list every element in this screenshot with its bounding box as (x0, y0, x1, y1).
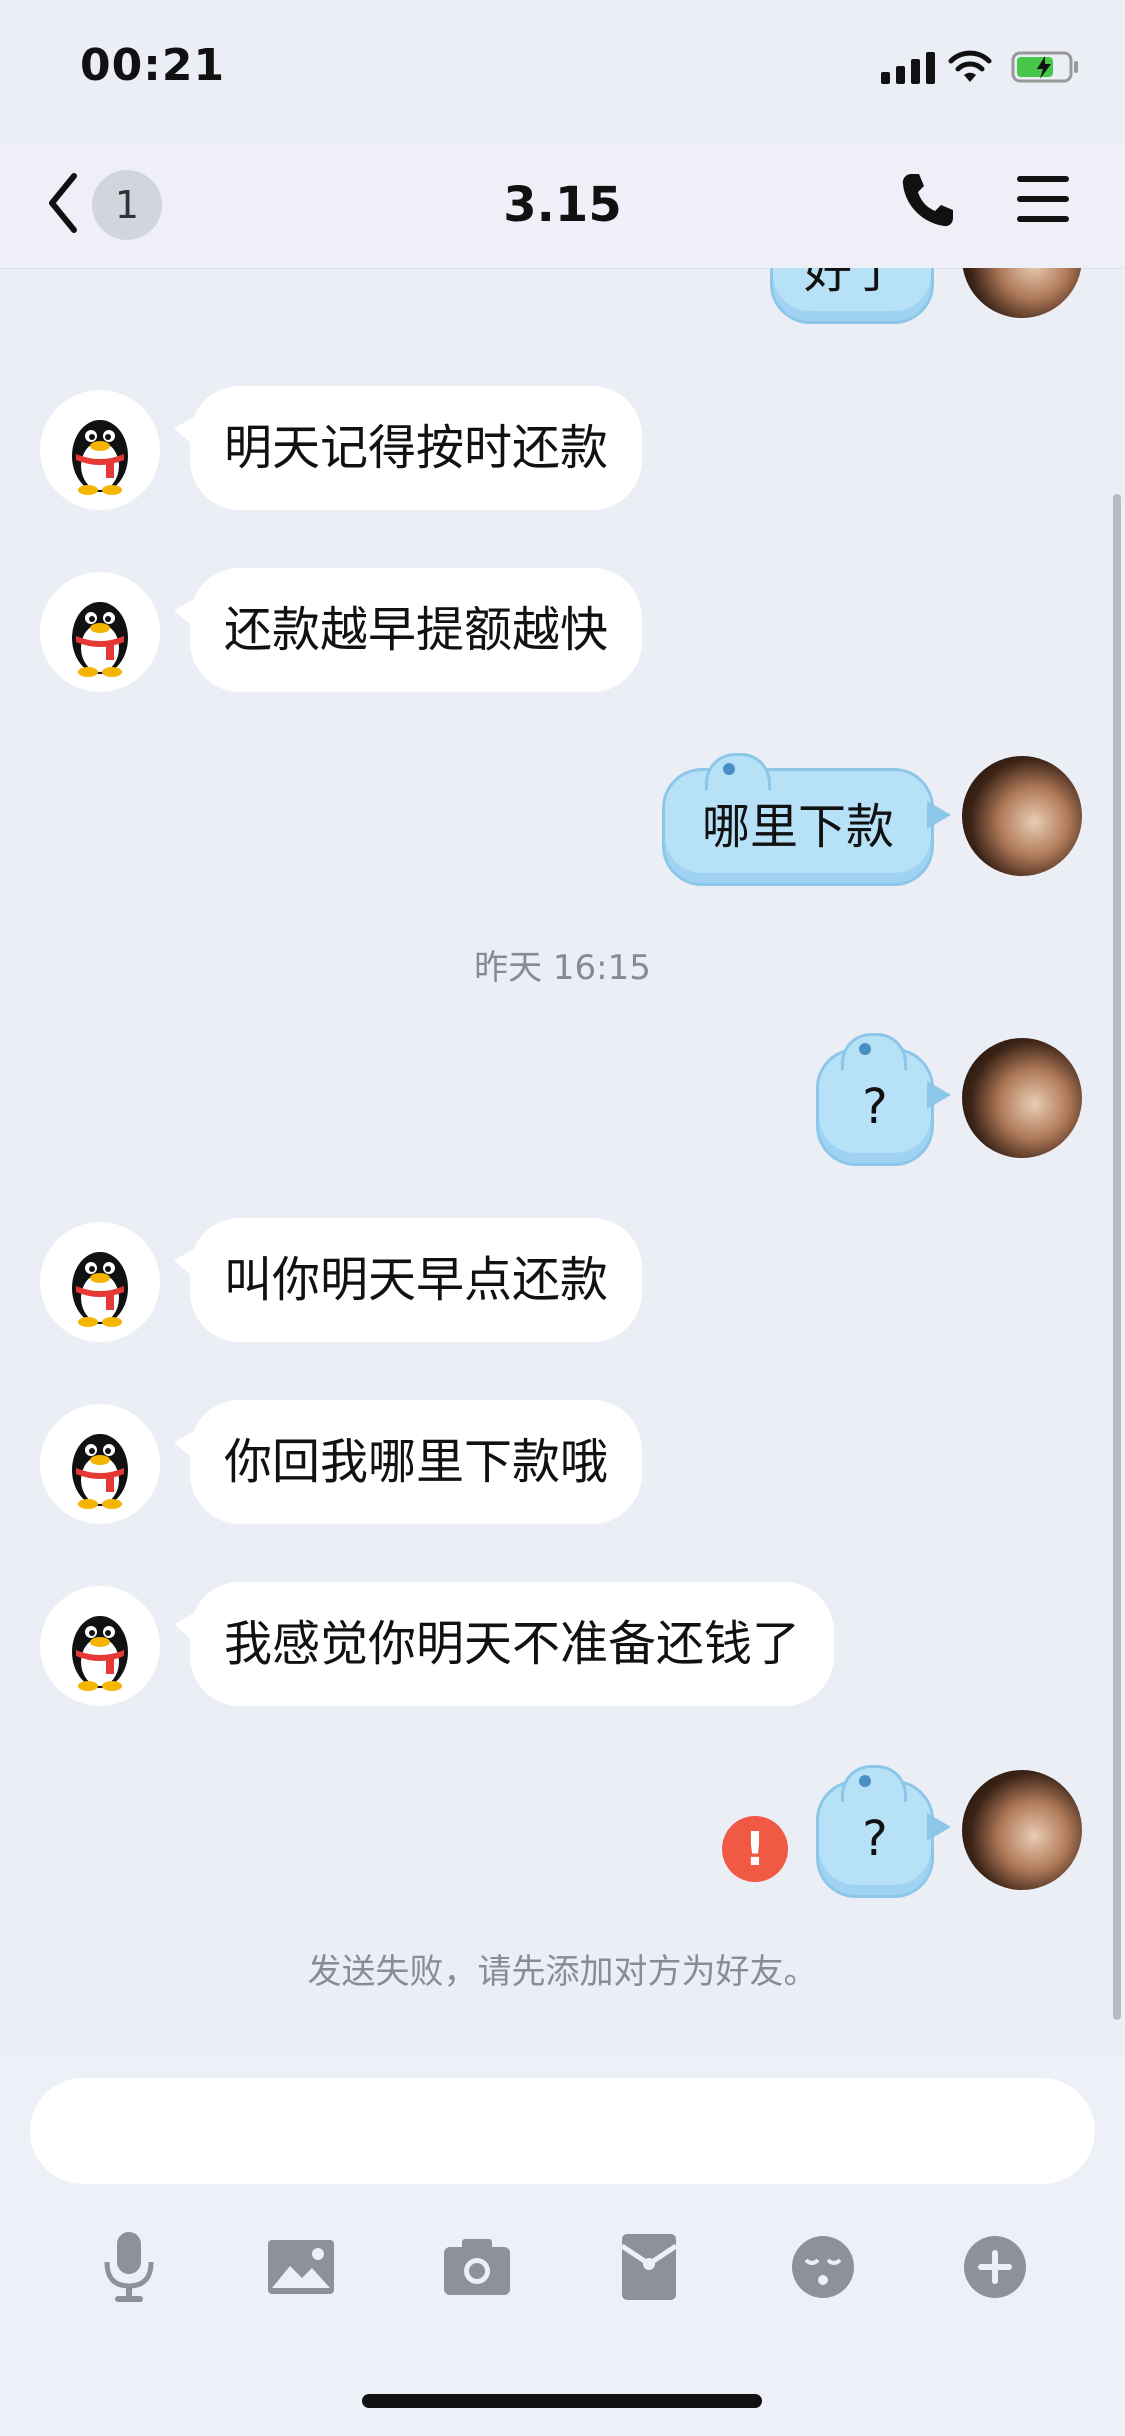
contact-avatar[interactable] (40, 1404, 160, 1524)
input-area (0, 2052, 1125, 2436)
contact-avatar[interactable] (40, 572, 160, 692)
camera-icon[interactable] (432, 2222, 522, 2312)
chat-screen: 00:21 1 3.15 好了 明天记得按时还款 还款越早提额越快 哪里下款 昨… (0, 0, 1125, 2436)
my-avatar[interactable] (962, 1038, 1082, 1158)
microphone-icon[interactable] (84, 2222, 174, 2312)
message-text: ? (862, 1079, 888, 1135)
home-indicator[interactable] (362, 2394, 762, 2408)
message-text: ? (862, 1811, 888, 1867)
qq-penguin-icon (72, 1252, 128, 1327)
qq-penguin-icon (72, 1434, 128, 1509)
message-text: 明天记得按时还款 (224, 420, 609, 476)
message-bubble-incoming[interactable]: 还款越早提额越快 (173, 568, 643, 692)
message-bubble-incoming[interactable]: 你回我哪里下款哦 (173, 1400, 643, 1524)
message-text: 好了 (803, 268, 900, 299)
my-avatar[interactable] (962, 1770, 1082, 1890)
chat-header: 1 3.15 (0, 140, 1125, 269)
contact-avatar[interactable] (40, 1222, 160, 1342)
message-bubble-outgoing[interactable]: ? (816, 1033, 951, 1166)
contact-avatar[interactable] (40, 1586, 160, 1706)
red-packet-icon[interactable] (604, 2222, 694, 2312)
message-text: 哪里下款 (701, 799, 894, 855)
message-bubble-outgoing[interactable]: 哪里下款 (662, 753, 951, 886)
qq-penguin-icon (72, 1616, 128, 1691)
image-icon[interactable] (256, 2222, 346, 2312)
plus-icon[interactable] (950, 2222, 1040, 2312)
message-bubble-incoming[interactable]: 明天记得按时还款 (173, 386, 643, 510)
chat-title: 3.15 (503, 177, 622, 233)
message-bubble-outgoing[interactable]: 好了 (770, 268, 951, 324)
qq-penguin-icon (72, 420, 128, 495)
emoji-icon[interactable] (778, 2222, 868, 2312)
message-input[interactable] (30, 2078, 1095, 2184)
status-bar: 00:21 (0, 0, 1125, 140)
message-text: 还款越早提额越快 (224, 602, 609, 658)
scrollbar[interactable] (1113, 494, 1121, 2020)
message-bubble-incoming[interactable]: 我感觉你明天不准备还钱了 (173, 1582, 835, 1706)
send-failed-icon[interactable]: ! (722, 1816, 788, 1882)
message-timestamp: 昨天 16:15 (474, 948, 651, 988)
signal-icon (881, 52, 935, 84)
my-avatar[interactable] (962, 268, 1082, 318)
message-bubble-incoming[interactable]: 叫你明天早点还款 (173, 1218, 643, 1342)
phone-call-icon[interactable] (899, 170, 955, 230)
message-bubble-outgoing[interactable]: ? (816, 1765, 951, 1898)
input-toolbar (0, 2222, 1125, 2322)
menu-icon[interactable] (1017, 176, 1069, 224)
status-time: 00:21 (80, 40, 226, 91)
qq-penguin-icon (72, 602, 128, 677)
message-text: 叫你明天早点还款 (224, 1252, 609, 1308)
wifi-icon (948, 50, 992, 82)
send-failed-notice: 发送失败，请先添加对方为好友。 (307, 1952, 818, 1992)
message-text: 我感觉你明天不准备还钱了 (224, 1616, 801, 1672)
contact-avatar[interactable] (40, 390, 160, 510)
message-list[interactable]: 好了 明天记得按时还款 还款越早提额越快 哪里下款 昨天 16:15 ? 叫你明… (0, 268, 1125, 2051)
message-text: 你回我哪里下款哦 (224, 1434, 609, 1490)
battery-icon (1011, 51, 1078, 83)
my-avatar[interactable] (962, 756, 1082, 876)
